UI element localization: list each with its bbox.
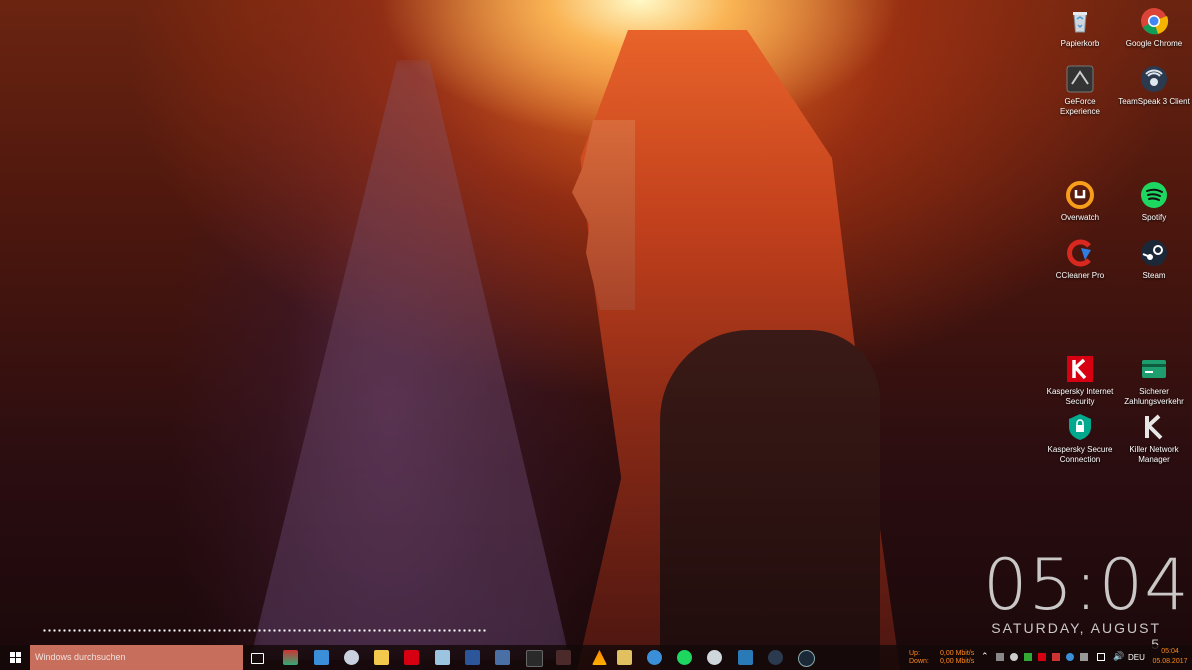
network-status-icon[interactable] [1097,653,1105,661]
taskbar-clock[interactable]: 05:04 05.08.2017 [1150,647,1190,667]
language-indicator[interactable]: DEU [1128,653,1145,662]
overwatch-icon [1065,180,1095,210]
desktop-icon-kaspersky[interactable]: Kaspersky Internet Security [1044,354,1116,407]
tray-icon-1[interactable] [996,653,1004,661]
desktop-icon-label: Sicherer Zahlungsverkehr [1124,387,1184,406]
teamspeak-taskbar-icon[interactable] [768,650,783,665]
geforce-icon [1065,64,1095,94]
start-button[interactable] [0,645,30,670]
ccleaner-icon [1065,238,1095,268]
desktop-icon-safe-money[interactable]: Sicherer Zahlungsverkehr [1118,354,1190,407]
net-up-value: 0,00 Mbit/s [940,650,975,657]
tray-icon-4[interactable] [1038,653,1046,661]
desktop-icon-chrome[interactable]: Google Chrome [1118,6,1190,49]
wallpaper-woman-body [660,330,880,670]
desktop-icon-label: CCleaner Pro [1055,271,1105,280]
taskbar-search-box[interactable]: Windows durchsuchen [30,645,243,670]
desktop-icon-label: Papierkorb [1060,39,1100,48]
tray-icon-3[interactable] [1024,653,1032,661]
net-down-label: Down: [909,658,929,665]
net-down-value: 0,00 Mbit/s [940,658,975,665]
desktop-icon-ccleaner[interactable]: CCleaner Pro [1044,238,1116,281]
kaspersky-taskbar-icon[interactable] [404,650,419,665]
task-view-icon[interactable] [251,653,264,664]
desktop-icon-label: Overwatch [1060,213,1100,222]
taskbar-app-6-icon[interactable] [526,650,543,667]
taskbar-app-4-icon[interactable] [435,650,450,665]
desktop-icon-killer-network[interactable]: Killer Network Manager [1118,412,1190,465]
desktop-icon-label: GeForce Experience [1059,97,1101,116]
taskbar-app-5-icon[interactable] [495,650,510,665]
audio-visualizer-dots [42,629,488,632]
desktop-icon-label: Steam [1142,271,1166,280]
desktop-icon-geforce[interactable]: GeForce Experience [1044,64,1116,117]
desktop-icon-spotify[interactable]: Spotify [1118,180,1190,223]
net-up-label: Up: [909,650,920,657]
taskbar-app-9-icon[interactable] [647,650,662,665]
steam-icon [1139,238,1169,268]
desktop-icon-label: Kaspersky Secure Connection [1047,445,1113,464]
taskbar: Windows durchsuchen Up: Down: 0,00 Mbit/… [0,645,1192,670]
spotify-icon [1139,180,1169,210]
desktop-icon-teamspeak[interactable]: TeamSpeak 3 Client [1118,64,1190,107]
word-icon[interactable] [465,650,480,665]
taskbar-app-8-icon[interactable] [617,650,632,665]
clock-widget-time: 05:04 [983,544,1190,626]
tray-icon-7[interactable] [1080,653,1088,661]
tray-icon-2[interactable] [1010,653,1018,661]
tray-icon-5[interactable] [1052,653,1060,661]
desktop-icon-label: Killer Network Manager [1129,445,1179,464]
desktop-icon-label: Kaspersky Internet Security [1046,387,1114,406]
killer-network-icon [1139,412,1169,442]
desktop-icon-overwatch[interactable]: Overwatch [1044,180,1116,223]
safe-money-icon [1139,354,1169,384]
windows-logo-icon [9,652,21,663]
taskbar-clock-date: 05.08.2017 [1152,658,1188,665]
desktop-icon-label: TeamSpeak 3 Client [1118,97,1190,106]
teamspeak-icon [1139,64,1169,94]
desktop-icon-steam[interactable]: Steam [1118,238,1190,281]
desktop-icon-label: Google Chrome [1125,39,1183,48]
kaspersky-icon [1065,354,1095,384]
taskbar-app-7-icon[interactable] [556,650,571,665]
desktop-icon-label: Spotify [1141,213,1167,222]
spotify-taskbar-icon[interactable] [677,650,692,665]
chrome-icon [1139,6,1169,36]
taskbar-app-10-icon[interactable] [707,650,722,665]
taskbar-app-11-icon[interactable] [738,650,753,665]
tray-icon-6[interactable] [1066,653,1074,661]
taskbar-app-2-icon[interactable] [314,650,329,665]
kaspersky-vpn-icon [1065,412,1095,442]
taskbar-app-3-icon[interactable] [344,650,359,665]
taskbar-clock-time: 05:04 [1161,648,1179,655]
volume-icon[interactable]: 🔊 [1113,651,1124,661]
file-explorer-icon[interactable] [374,650,389,665]
taskbar-app-1-icon[interactable] [283,650,298,665]
show-hidden-icons-chevron-icon[interactable]: ⌃ [981,651,989,661]
vlc-icon[interactable] [592,650,607,665]
desktop-icon-kaspersky-vpn[interactable]: Kaspersky Secure Connection [1044,412,1116,465]
steam-taskbar-icon[interactable] [798,650,815,667]
recycle-bin-icon [1065,6,1095,36]
desktop-icon-recycle-bin[interactable]: Papierkorb [1044,6,1116,49]
